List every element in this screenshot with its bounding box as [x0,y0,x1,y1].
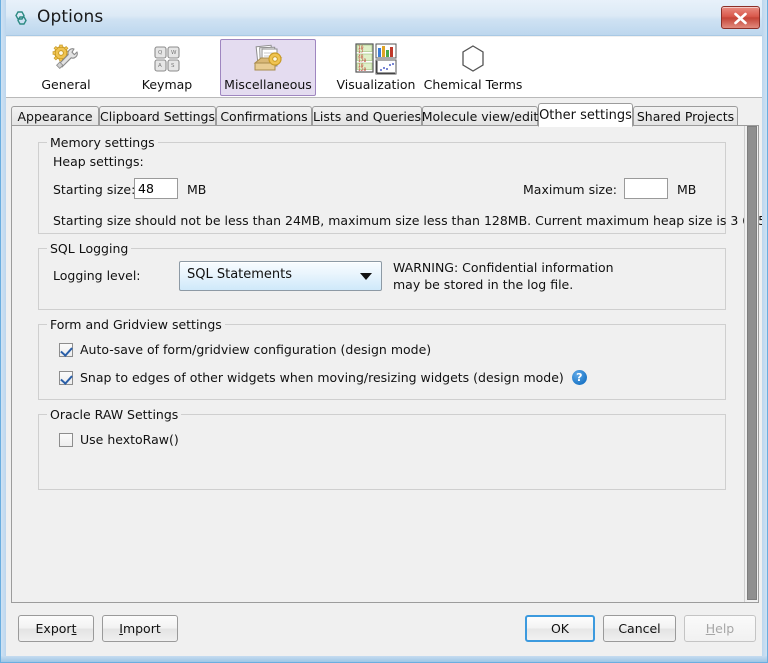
window-frame-left [1,0,6,662]
window-title: Options [37,7,104,27]
form-gridview-settings-group: Form and Gridview settings Auto-save of … [38,317,726,400]
group-title: Memory settings [47,135,158,150]
heap-settings-label: Heap settings: [53,154,144,169]
tab-molecule-view-edit[interactable]: Molecule view/edit [422,106,538,126]
hextoraw-label: Use hextoRaw() [80,432,179,447]
settings-tabstrip: Appearance Clipboard Settings Confirmati… [11,103,759,127]
hextoraw-checkbox-row[interactable]: Use hextoRaw() [59,432,179,447]
toolbar-item-keymap[interactable]: Q W A S Keymap [126,39,208,96]
tab-lists-and-queries[interactable]: Lists and Queries [312,106,422,126]
autosave-label: Auto-save of form/gridview configuration… [80,342,432,357]
tab-clipboard-settings[interactable]: Clipboard Settings [99,106,216,126]
toolbar-item-label: Keymap [141,77,193,92]
tab-label: Other settings [539,107,632,123]
toolbar-item-chemical-terms[interactable]: Chemical Terms [419,39,527,96]
tab-label: Molecule view/edit [421,109,539,124]
window-frame-right [762,0,767,662]
ok-label: OK [550,621,570,636]
maximum-size-input[interactable] [624,178,668,199]
autosave-checkbox-row[interactable]: Auto-save of form/gridview configuration… [59,342,431,357]
gear-wrench-icon [50,42,82,75]
memory-hint-text: Starting size should not be less than 24… [53,213,768,228]
keyboard-keys-icon: Q W A S [152,42,182,75]
export-button[interactable]: Expor t [18,615,94,642]
svg-text:S: S [171,63,175,69]
molecule-icon [12,9,30,27]
import-button[interactable]: Import [102,615,178,642]
export-mnemonic: t [71,621,77,636]
sql-warning-line-2: may be stored in the log file. [393,277,574,292]
logging-level-label: Logging level: [53,268,141,283]
table-chart-icon: 10 17 48 170 10 128 [355,42,397,75]
tab-confirmations[interactable]: Confirmations [216,106,312,126]
autosave-checkbox[interactable] [59,342,73,357]
tab-appearance[interactable]: Appearance [11,106,99,126]
scrollbar-thumb[interactable] [747,126,757,600]
toolbar-item-visualization[interactable]: 10 17 48 170 10 128 Visualization [331,39,421,96]
cancel-label: Cancel [618,621,661,636]
tab-label: Confirmations [220,109,308,124]
window-frame-bottom [1,656,767,662]
export-label-pre: Expor [35,621,72,636]
toolbar-item-general[interactable]: General [27,39,105,96]
svg-text:W: W [171,50,177,56]
tab-other-settings[interactable]: Other settings [538,103,633,127]
title-bar: Options [1,0,767,36]
ok-button[interactable]: OK [525,615,595,642]
chevron-down-icon [360,273,372,280]
toolbar-item-miscellaneous[interactable]: Miscellaneous [220,39,316,96]
starting-size-unit: MB [187,182,207,197]
toolbar-item-label: Visualization [336,77,416,92]
documents-gear-icon [251,42,285,75]
logging-level-select[interactable]: SQL Statements [179,261,382,291]
snap-to-edges-checkbox[interactable] [59,370,73,385]
benzene-ring-icon [458,42,488,75]
maximum-size-unit: MB [677,182,697,197]
tab-label: Lists and Queries [312,109,422,124]
starting-size-input[interactable] [134,178,178,199]
sql-logging-group: SQL Logging Logging level: SQL Statement… [38,241,726,310]
close-icon [734,12,747,25]
toolbar-item-label: Miscellaneous [224,77,312,92]
group-title: Oracle RAW Settings [47,407,182,422]
sql-warning-line-1: WARNING: Confidential information [393,260,614,275]
tab-label: Appearance [17,109,93,124]
tab-label: Shared Projects [636,109,735,124]
snap-to-edges-label: Snap to edges of other widgets when movi… [80,370,564,385]
dialog-button-bar: Expor t Import OK Cancel Help [6,604,764,656]
group-title: SQL Logging [47,241,132,256]
hextoraw-checkbox[interactable] [59,432,73,447]
svg-text:128: 128 [358,67,367,73]
import-label-post: mport [122,621,161,636]
help-label-post: elp [715,621,735,636]
group-title: Form and Gridview settings [47,317,225,332]
svg-text:Q: Q [158,50,163,56]
help-mnemonic: H [705,621,716,636]
options-window: Options General Q W A S Keymap Miscellan… [0,0,768,663]
starting-size-label: Starting size: [53,182,136,197]
oracle-raw-settings-group: Oracle RAW Settings Use hextoRaw() [38,407,726,490]
toolbar-item-label: Chemical Terms [423,77,523,92]
category-toolbar: General Q W A S Keymap Miscellaneous 10 17… [6,37,764,98]
tab-shared-projects[interactable]: Shared Projects [633,106,738,126]
maximum-size-label: Maximum size: [523,182,618,197]
close-button[interactable] [721,6,760,29]
svg-text:A: A [158,63,162,69]
cancel-button[interactable]: Cancel [603,615,676,642]
tab-label: Clipboard Settings [100,109,215,124]
help-icon[interactable]: ? [571,370,587,385]
snap-to-edges-checkbox-row[interactable]: Snap to edges of other widgets when movi… [59,370,587,385]
logging-level-value: SQL Statements [187,267,293,282]
memory-settings-group: Memory settings Heap settings: Starting … [38,135,767,234]
content-scrollbar[interactable] [744,126,758,602]
toolbar-item-label: General [41,77,91,92]
help-button: Help [684,615,756,642]
settings-content-panel: Memory settings Heap settings: Starting … [11,125,767,603]
